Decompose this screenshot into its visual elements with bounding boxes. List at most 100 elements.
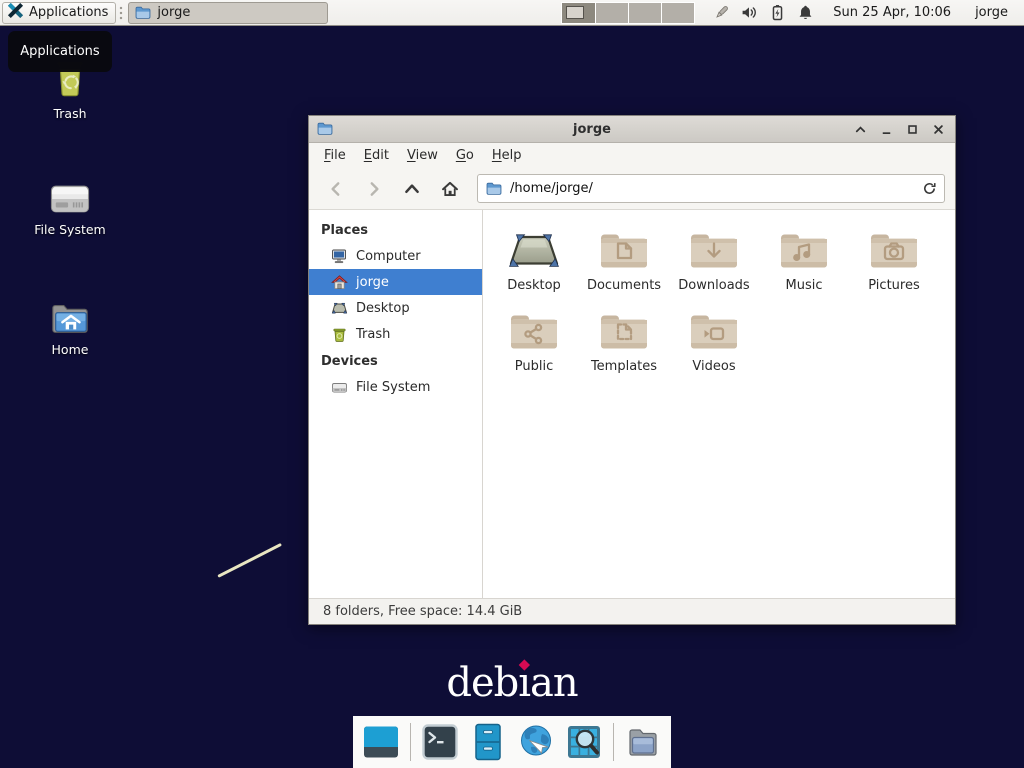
- file-label: Templates: [579, 359, 669, 374]
- workspace-switcher: [561, 2, 695, 24]
- sidebar: Places Computer jorge Desktop Trash DevicesFi…: [309, 210, 483, 598]
- battery-tray-icon[interactable]: [765, 1, 789, 25]
- dock-app-finder-button[interactable]: [563, 721, 605, 763]
- menu-view[interactable]: View: [398, 145, 447, 166]
- computer-icon: [331, 248, 348, 265]
- window-buttons: [851, 120, 947, 138]
- music-folder-icon: [759, 224, 849, 274]
- sidebar-item-label: jorge: [356, 275, 389, 290]
- menu-edit[interactable]: Edit: [355, 145, 398, 166]
- file-label: Downloads: [669, 278, 759, 293]
- camera-folder-icon: [849, 224, 939, 274]
- file-public[interactable]: Public: [489, 305, 579, 374]
- reload-button[interactable]: [916, 178, 938, 200]
- path-bar: [477, 174, 945, 203]
- volume-tray-icon[interactable]: [737, 1, 761, 25]
- user-menu[interactable]: jorge: [969, 4, 1014, 21]
- home-icon: [331, 274, 348, 291]
- file-music[interactable]: Music: [759, 224, 849, 293]
- cursor-artifact: [217, 543, 282, 578]
- dock-show-desktop-button[interactable]: [360, 721, 402, 763]
- sidebar-item-label: Desktop: [356, 301, 410, 316]
- file-documents[interactable]: Documents: [579, 224, 669, 293]
- file-label: Videos: [669, 359, 759, 374]
- workspace-3[interactable]: [629, 3, 661, 23]
- up-button[interactable]: [395, 174, 429, 204]
- icon-view: DesktopDocumentsDownloadsMusicPictures Pu…: [483, 210, 955, 598]
- file-label: Public: [489, 359, 579, 374]
- desktop-icon-home[interactable]: Home: [20, 290, 120, 357]
- sidebar-item-label: Trash: [356, 327, 390, 342]
- menu-help[interactable]: Help: [483, 145, 531, 166]
- dock-separator: [410, 723, 411, 761]
- sidebar-item-desktop[interactable]: Desktop: [309, 295, 482, 321]
- back-button[interactable]: [319, 174, 353, 204]
- bell-tray-icon[interactable]: [793, 1, 817, 25]
- maximize-button[interactable]: [903, 120, 921, 138]
- system-tray: [709, 1, 817, 25]
- download-folder-icon: [669, 224, 759, 274]
- window-title: jorge: [341, 122, 843, 137]
- window-icon: [317, 121, 333, 137]
- clock[interactable]: Sun 25 Apr, 10:06: [827, 4, 957, 21]
- menu-go[interactable]: Go: [447, 145, 483, 166]
- sidebar-item-jorge[interactable]: jorge: [309, 269, 482, 295]
- close-button[interactable]: [929, 120, 947, 138]
- file-label: Documents: [579, 278, 669, 293]
- dock-file-cabinet-button[interactable]: [467, 721, 509, 763]
- pen-tray-icon[interactable]: [709, 1, 733, 25]
- file-templates[interactable]: Templates: [579, 305, 669, 374]
- desktop-folder-icon: [489, 224, 579, 274]
- workspace-1[interactable]: [562, 3, 594, 23]
- desktop-icon-file-system[interactable]: File System: [20, 170, 120, 237]
- sidebar-item-trash[interactable]: Trash: [309, 321, 482, 347]
- desktop-icon-label: Home: [20, 342, 120, 357]
- top-panel: Applications jorge Sun 25 Apr, 10:06 jor…: [0, 0, 1024, 26]
- drive-desktop-icon: [20, 170, 120, 218]
- home-button[interactable]: [433, 174, 467, 204]
- dock-directory-menu-button[interactable]: [622, 721, 664, 763]
- workspace-4[interactable]: [662, 3, 694, 23]
- sidebar-item-file-system[interactable]: File System: [309, 374, 482, 400]
- window-titlebar[interactable]: jorge: [309, 116, 955, 143]
- dock-web-browser-button[interactable]: [515, 721, 557, 763]
- file-downloads[interactable]: Downloads: [669, 224, 759, 293]
- minimize-button[interactable]: [877, 120, 895, 138]
- taskbar-window-label: jorge: [157, 5, 190, 20]
- sidebar-item-label: Computer: [356, 249, 421, 264]
- trash-icon: [331, 326, 348, 343]
- applications-menu-label: Applications: [29, 5, 108, 20]
- drive-icon: [331, 379, 348, 396]
- path-folder-icon: [486, 181, 502, 197]
- desktop-icon-label: Trash: [20, 106, 120, 121]
- bottom-dock: [353, 716, 671, 768]
- debian-wallpaper-logo: debıan: [446, 660, 577, 706]
- sidebar-item-computer[interactable]: Computer: [309, 243, 482, 269]
- file-manager-window: jorge FileEditViewGoHelp Places Computer j…: [308, 115, 956, 625]
- desktop-icon-label: File System: [20, 222, 120, 237]
- panel-handle[interactable]: [118, 4, 126, 22]
- file-pictures[interactable]: Pictures: [849, 224, 939, 293]
- desktop-icon: [331, 300, 348, 317]
- toolbar: [309, 168, 955, 210]
- shade-button[interactable]: [851, 120, 869, 138]
- taskbar-window-button[interactable]: jorge: [128, 2, 328, 24]
- workspace-2[interactable]: [596, 3, 628, 23]
- sidebar-header-devices: Devices: [309, 347, 482, 374]
- menubar: FileEditViewGoHelp: [309, 143, 955, 168]
- dock-terminal-button[interactable]: [419, 721, 461, 763]
- menu-file[interactable]: File: [315, 145, 355, 166]
- file-desktop[interactable]: Desktop: [489, 224, 579, 293]
- applications-menu-button[interactable]: Applications: [2, 2, 116, 24]
- applications-menu-icon: [7, 2, 24, 23]
- file-videos[interactable]: Videos: [669, 305, 759, 374]
- dock-separator: [613, 723, 614, 761]
- debian-logo-text: deb: [446, 660, 518, 706]
- path-input[interactable]: [508, 180, 910, 197]
- sidebar-header-places: Places: [309, 216, 482, 243]
- document-folder-icon: [579, 224, 669, 274]
- debian-logo-text-end: an: [530, 660, 578, 706]
- folder-icon: [135, 5, 151, 21]
- status-text: 8 folders, Free space: 14.4 GiB: [323, 604, 522, 619]
- forward-button[interactable]: [357, 174, 391, 204]
